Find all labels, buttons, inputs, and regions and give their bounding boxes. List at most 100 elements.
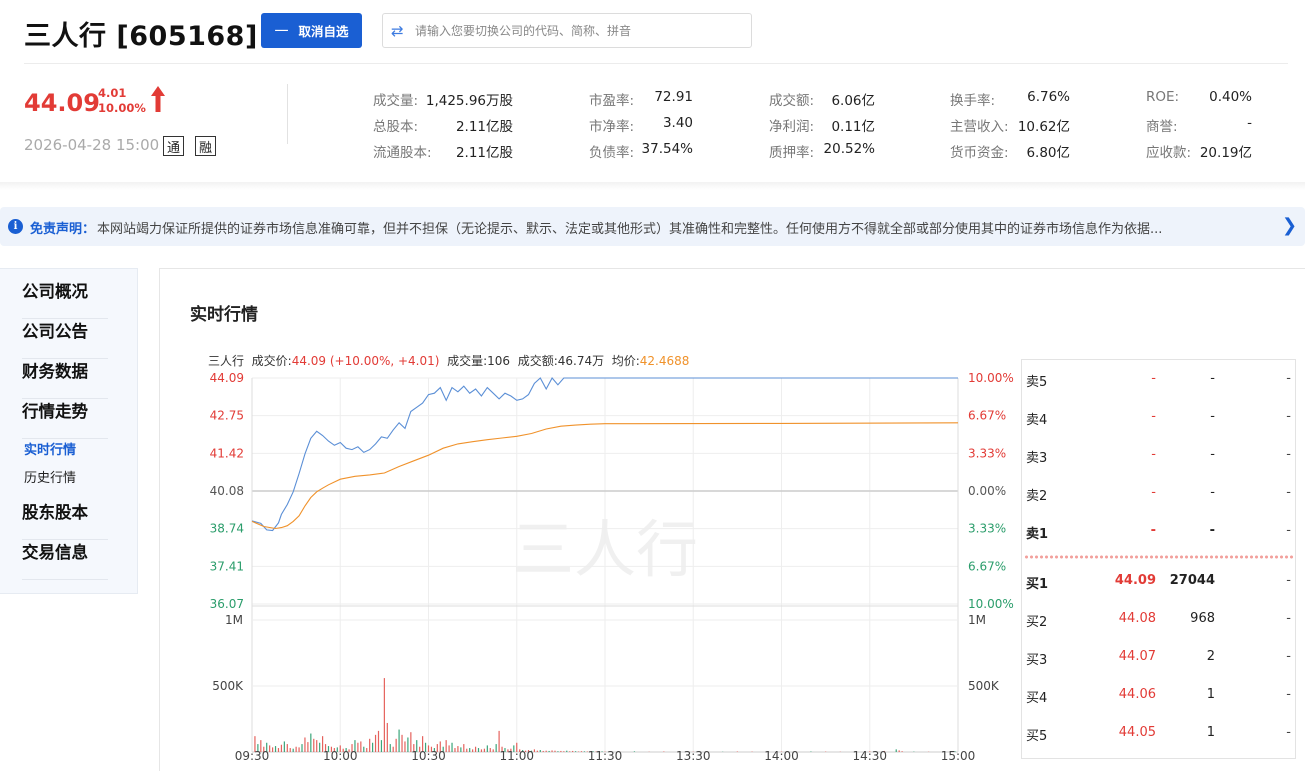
volume-tick: 500K (212, 679, 244, 693)
x-axis-tick: 15:00 (941, 749, 976, 763)
stat-item: 主营收入: 10.62亿 (950, 115, 1070, 135)
level-volume: 1 (1206, 687, 1215, 702)
level-name: 买2 (1026, 615, 1048, 630)
volume-bar (466, 748, 468, 752)
stat-label: 流通股本: (373, 145, 432, 161)
volume-bar (283, 741, 285, 752)
sidebar-item-financials[interactable]: 财务数据 (22, 359, 108, 399)
volume-bar (898, 750, 900, 752)
volume-bar (483, 748, 485, 752)
ask-row: 卖1 - - - (1022, 523, 1297, 543)
stat-value: 20.19亿 (1199, 145, 1252, 161)
level-price: - (1151, 485, 1156, 500)
volume-bar (277, 748, 280, 752)
stat-value: 20.52% (823, 141, 875, 157)
level-price: 44.05 (1118, 725, 1156, 740)
volume-bar (560, 750, 562, 752)
volume-bar (469, 748, 471, 752)
sidebar-item-trading-info[interactable]: 交易信息 (22, 540, 108, 580)
y-right-tick: 3.33% (968, 446, 1006, 460)
sidebar-item-shareholders[interactable]: 股东股本 (22, 500, 108, 540)
level-diff: - (1286, 371, 1291, 386)
level-volume: - (1210, 371, 1215, 386)
level-price: 44.06 (1118, 687, 1156, 702)
change-percent: 10.00% (98, 101, 146, 115)
volume-bar (304, 737, 306, 752)
swap-icon: ⇄ (391, 21, 404, 40)
volume-bar (554, 750, 556, 752)
change-amount: 4.01 (98, 86, 127, 100)
quote-summary: 44.09 4.01 10.00% 2026-04-28 15:00 通 融 成… (0, 64, 1305, 182)
volume-bar (580, 751, 583, 752)
cancel-watchlist-button[interactable]: 一 取消自选 (261, 13, 362, 48)
volume-bar (392, 746, 394, 752)
stat-value: 2.11亿股 (455, 119, 513, 135)
price-change: 4.01 10.00% (98, 86, 146, 116)
volume-bar (448, 745, 450, 752)
company-search[interactable]: ⇄ (382, 13, 752, 48)
level-price: 44.07 (1118, 649, 1156, 664)
volume-bar (810, 751, 812, 752)
intraday-chart[interactable]: 三人行44.09 10.00%42.75 6.67%41.42 3.33%40.08 0… (200, 366, 1015, 766)
level-volume: 2 (1206, 649, 1215, 664)
quote-shadow (0, 182, 1305, 190)
stat-label: 成交量: (373, 93, 419, 109)
stat-item: 总股本: 2.11亿股 (373, 115, 513, 135)
level-diff: - (1286, 687, 1291, 702)
stat-item: 货币资金: 6.80亿 (950, 141, 1070, 161)
volume-bar (663, 751, 665, 752)
sidebar-subitem-history[interactable]: 历史行情 (24, 467, 76, 486)
rong-badge: 融 (195, 136, 216, 156)
stat-value: 6.06亿 (831, 93, 875, 109)
level-diff: - (1286, 649, 1291, 664)
stat-label: 净利润: (769, 119, 815, 135)
y-left-tick: 37.41 (210, 559, 244, 573)
x-axis-tick: 14:00 (764, 749, 799, 763)
y-left-tick: 42.75 (210, 409, 244, 423)
level-name: 买1 (1026, 577, 1049, 592)
volume-bar (566, 750, 568, 752)
minus-icon: 一 (274, 23, 289, 40)
stat-item: ROE: 0.40% (1146, 89, 1252, 107)
x-axis-tick: 13:30 (676, 749, 711, 763)
stat-label: 负债率: (589, 145, 635, 161)
volume-bar (569, 751, 571, 752)
chevron-right-icon[interactable]: ❯ (1282, 215, 1297, 236)
y-right-tick: 10.00% (968, 371, 1014, 385)
volume-bar (460, 747, 462, 752)
volume-bar (572, 750, 574, 752)
disclaimer-bar[interactable]: i 免责声明： 本网站竭力保证所提供的证券市场信息准确可靠，但并不担保（无论提示… (0, 207, 1305, 246)
stat-label: 主营收入: (950, 119, 1009, 135)
y-right-tick: 6.67% (968, 409, 1006, 423)
quote-divider (287, 84, 288, 144)
quote-time: 2026-04-28 15:00 (24, 136, 160, 154)
x-axis-tick: 10:00 (323, 749, 358, 763)
stat-label: 总股本: (373, 119, 419, 135)
stat-label: 成交额: (769, 93, 815, 109)
stat-value: 72.91 (654, 89, 693, 105)
y-left-tick: 40.08 (210, 484, 244, 498)
volume-bar (280, 744, 283, 752)
search-input[interactable] (415, 23, 735, 38)
volume-bar (472, 749, 474, 752)
bid-row: 买5 44.05 1 - (1022, 725, 1297, 745)
stat-value: 10.62亿 (1017, 119, 1070, 135)
volume-bar (398, 729, 400, 752)
sidebar-subitem-realtime[interactable]: 实时行情 (24, 439, 76, 458)
x-axis-tick: 09:30 (235, 749, 270, 763)
volume-bar (292, 748, 294, 752)
volume-bar (401, 734, 403, 752)
sidebar-item-market-trend[interactable]: 行情走势 (22, 399, 108, 439)
stat-item: 负债率: 37.54% (589, 141, 693, 161)
sidebar-item-announcements[interactable]: 公司公告 (22, 319, 108, 359)
y-right-tick: 10.00% (968, 597, 1014, 611)
info-icon: i (8, 219, 23, 234)
stat-item: 成交额: 6.06亿 (769, 89, 875, 109)
sidebar-item-company-overview[interactable]: 公司概况 (22, 279, 108, 319)
volume-bar (457, 746, 459, 752)
stat-label: ROE: (1146, 89, 1180, 105)
level-diff: - (1286, 485, 1291, 500)
stat-item: 净利润: 0.11亿 (769, 115, 875, 135)
bid-row: 买3 44.07 2 - (1022, 649, 1297, 669)
volume-bar (574, 751, 577, 752)
